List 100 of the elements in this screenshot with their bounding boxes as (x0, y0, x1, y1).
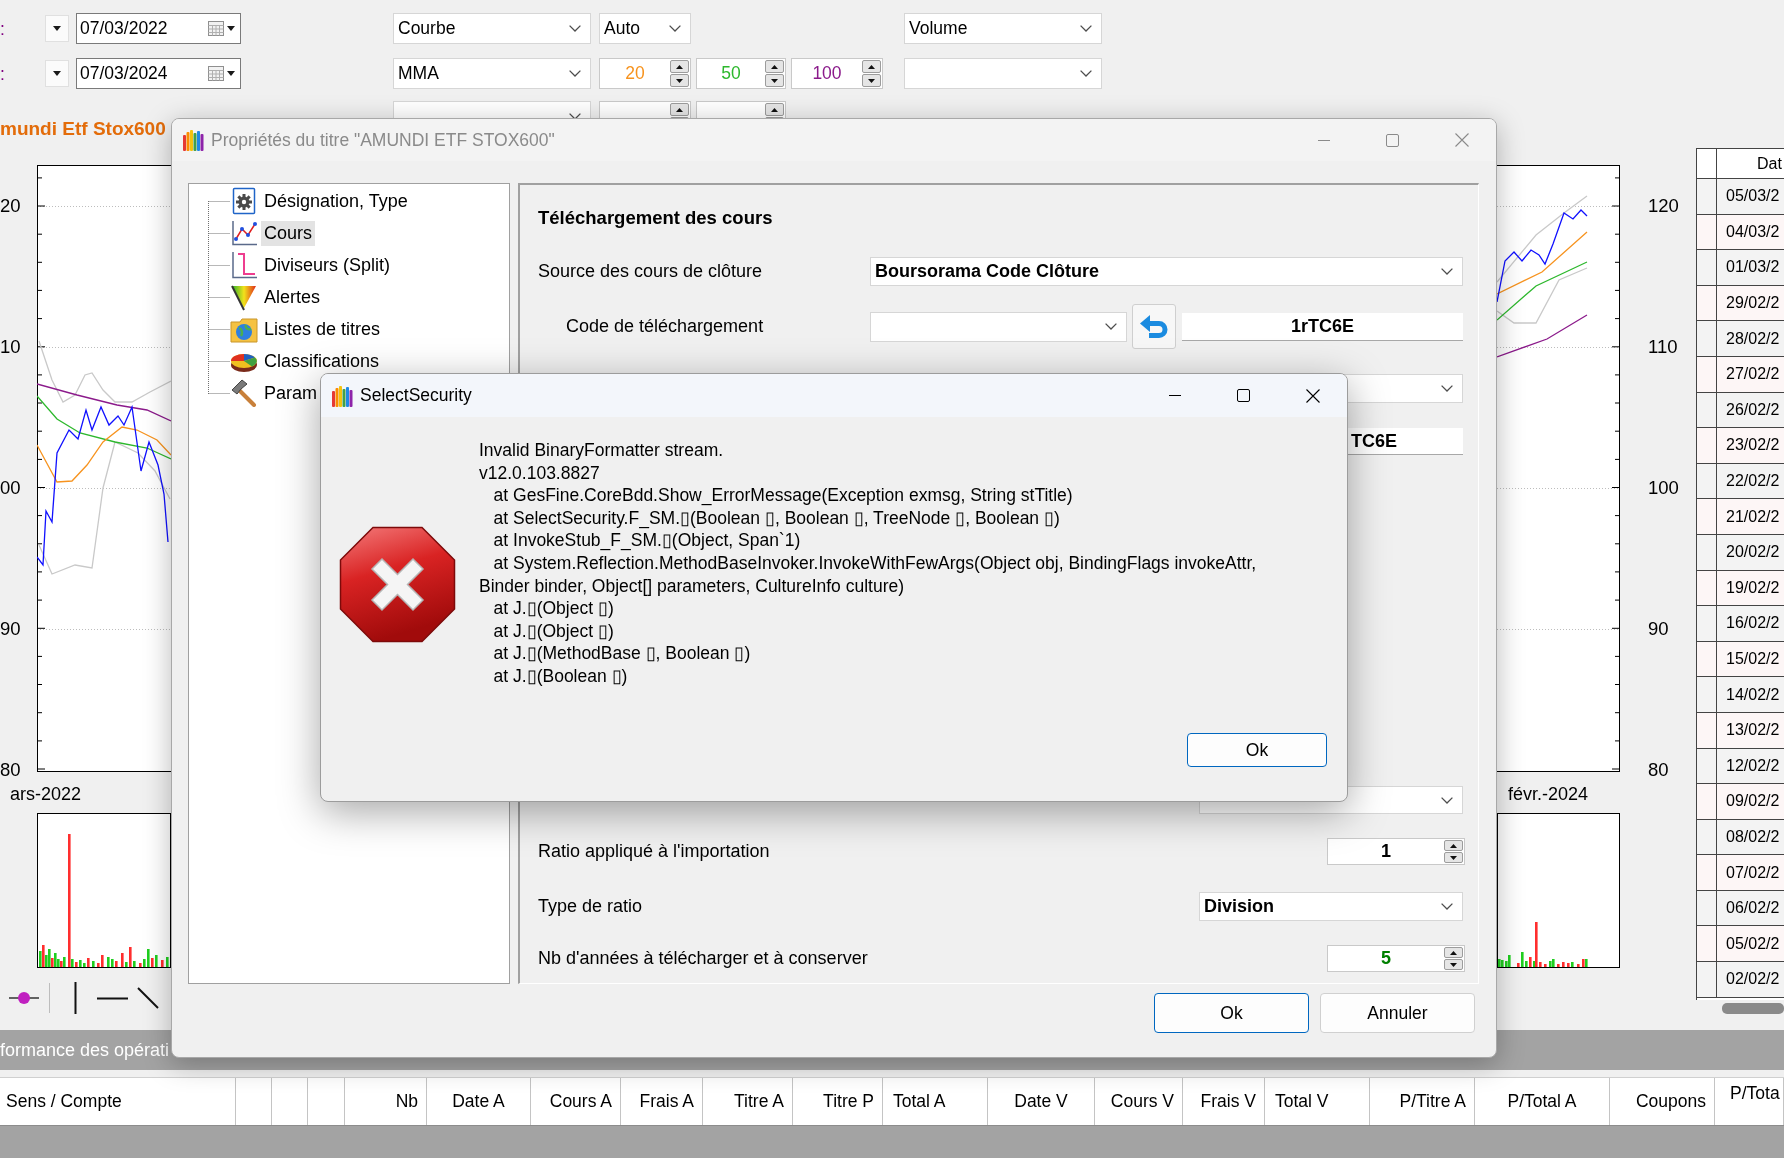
column-header[interactable]: Date V (1014, 1091, 1068, 1112)
dropdown-button[interactable] (45, 15, 69, 42)
tree-item[interactable]: Classifications (261, 348, 383, 374)
column-header[interactable]: Frais A (639, 1091, 694, 1112)
point-marker-icon[interactable] (9, 991, 39, 1005)
spin-up-button[interactable] (1444, 840, 1463, 851)
triangle-down-icon (676, 78, 683, 83)
table-cell-text: 26/02/2 (1726, 399, 1780, 420)
field-label: : (0, 63, 5, 84)
hammer-icon (230, 379, 258, 407)
dropdown-button[interactable] (45, 60, 69, 87)
date-field[interactable]: 07/03/2024 (76, 58, 241, 89)
chevron-down-icon (1441, 385, 1453, 392)
spin-down-button[interactable] (1444, 959, 1463, 970)
spin-up-button[interactable] (862, 60, 881, 73)
column-header[interactable]: Sens / Compte (6, 1091, 122, 1112)
minimize-icon (1317, 139, 1330, 141)
dropdown[interactable]: MMA (393, 58, 591, 89)
column-header[interactable]: Total V (1275, 1091, 1329, 1112)
spin-up-button[interactable] (670, 60, 689, 73)
spin-down-button[interactable] (862, 74, 881, 87)
tree-item[interactable]: Alertes (261, 284, 324, 310)
spin-down-button[interactable] (765, 74, 784, 87)
code-field[interactable]: 1rTC6E (1182, 312, 1463, 341)
volume-bar (1562, 962, 1565, 967)
date-field[interactable]: 07/03/2022 (76, 13, 241, 44)
table-cell-text: 21/02/2 (1726, 506, 1780, 527)
dialog-button[interactable]: Annuler (1320, 993, 1475, 1033)
column-header[interactable]: Titre P (823, 1091, 874, 1112)
column-header[interactable]: P/Titre A (1399, 1091, 1466, 1112)
triangle-down-icon (1450, 855, 1457, 860)
dropdown[interactable]: Courbe (393, 13, 591, 44)
spin-up-button[interactable] (765, 103, 784, 116)
tree-item[interactable]: Param (261, 380, 320, 406)
section-heading: Téléchargement des cours (538, 207, 773, 229)
tree-item[interactable]: Diviseurs (Split) (261, 252, 394, 278)
number-spinner[interactable]: 1 (1327, 838, 1465, 865)
table-cell-text: 28/02/2 (1726, 328, 1780, 349)
triangle-down-icon (1450, 962, 1457, 967)
table-cell-text: 14/02/2 (1726, 684, 1780, 705)
vertical-line-icon[interactable] (74, 982, 77, 1014)
chevron-down-icon (1441, 903, 1453, 910)
triangle-up-icon (868, 64, 875, 69)
spin-down-button[interactable] (1444, 852, 1463, 863)
field-label: Ratio appliqué à l'importation (538, 841, 770, 862)
tree-item[interactable]: Listes de titres (261, 316, 384, 342)
scrollbar-thumb[interactable] (1722, 1003, 1784, 1014)
spin-up-button[interactable] (1444, 947, 1463, 958)
close-icon (1305, 388, 1320, 403)
field-label: Nb d'années à télécharger et à conserver (538, 948, 868, 969)
column-header[interactable]: P/Total A (1507, 1091, 1577, 1112)
horizontal-line-icon[interactable] (97, 996, 128, 1000)
dialog-button[interactable]: Ok (1154, 993, 1309, 1033)
table-cell-text: 15/02/2 (1726, 649, 1780, 669)
folder-globe-icon (230, 315, 258, 343)
column-header[interactable]: Cours V (1110, 1091, 1174, 1112)
table-cell-text: 02/02/2 (1726, 969, 1780, 990)
axis-label: 10 (0, 336, 21, 358)
dropdown[interactable]: Division (1199, 892, 1463, 921)
table-cell-text: 16/02/2 (1726, 613, 1780, 634)
column-header[interactable]: Dat (1757, 149, 1782, 178)
tree-item[interactable]: Désignation, Type (261, 188, 411, 214)
chevron-down-icon (569, 25, 581, 32)
diagonal-line-icon[interactable] (137, 987, 159, 1009)
table-cell-text: 13/02/2 (1726, 720, 1780, 741)
number-spinner[interactable]: 100 (791, 58, 883, 89)
dropdown[interactable]: Boursorama Code Clôture (870, 257, 1463, 286)
tree-item[interactable]: Cours (261, 220, 315, 246)
column-header[interactable]: Cours A (549, 1091, 612, 1112)
column-header[interactable]: Date A (452, 1091, 505, 1112)
chevron-down-icon (669, 25, 681, 32)
refresh-button[interactable] (1132, 304, 1176, 349)
axis-label: 90 (1648, 618, 1669, 640)
triangle-up-icon (1450, 843, 1457, 848)
dropdown[interactable]: Volume (904, 13, 1102, 44)
section-title: formance des opérati (0, 1039, 170, 1061)
spin-up-button[interactable] (765, 60, 784, 73)
chevron-down-icon (569, 70, 581, 77)
spin-up-button[interactable] (670, 103, 689, 116)
bar-chart-icon (331, 384, 353, 407)
ok-button[interactable]: Ok (1187, 733, 1327, 767)
table-cell-text: 08/02/2 (1726, 827, 1780, 847)
dropdown[interactable]: Auto (599, 13, 691, 44)
column-header[interactable]: P/Tota (1730, 1083, 1780, 1104)
column-header[interactable]: Total A (893, 1091, 946, 1112)
number-spinner[interactable]: 5 (1327, 945, 1465, 972)
triangle-up-icon (771, 107, 778, 112)
error-message: Invalid BinaryFormatter stream. v12.0.103.8827 at GesFine.CoreBdd.Show_ErrorMessage(Exception exmsg, String stTitle) at SelectSecurity.F_SM.▯(Boolean ▯, Boolean ▯, TreeNode ▯, Boolean ▯) at InvokeStub_F_SM.▯(Object, Span`1) at System.Reflection.MethodBaseInvoker.InvokeWithFewArgs(Object obj, BindingFlags invokeAttr, Binder binder, Object[] parameters, CultureInfo culture) at J.▯(Object ▯) at J.▯(Object ▯) at J.▯(MethodBase ▯, Boolean ▯) at J.▯(Boolean ▯) (479, 439, 1257, 688)
close-icon (1454, 133, 1469, 147)
column-header[interactable]: Frais V (1200, 1091, 1256, 1112)
caret-down-icon (53, 26, 61, 31)
table-cell-text: 06/02/2 (1726, 898, 1780, 919)
field-label: Code de téléchargement (566, 316, 764, 337)
spin-down-button[interactable] (670, 74, 689, 87)
table-cell-text: 20/02/2 (1726, 542, 1780, 563)
column-header[interactable]: Nb (395, 1091, 418, 1112)
column-header[interactable]: Coupons (1635, 1091, 1706, 1112)
table-cell-text: 22/02/2 (1726, 471, 1780, 492)
window-title: SelectSecurity (360, 385, 472, 406)
column-header[interactable]: Titre A (734, 1091, 784, 1112)
